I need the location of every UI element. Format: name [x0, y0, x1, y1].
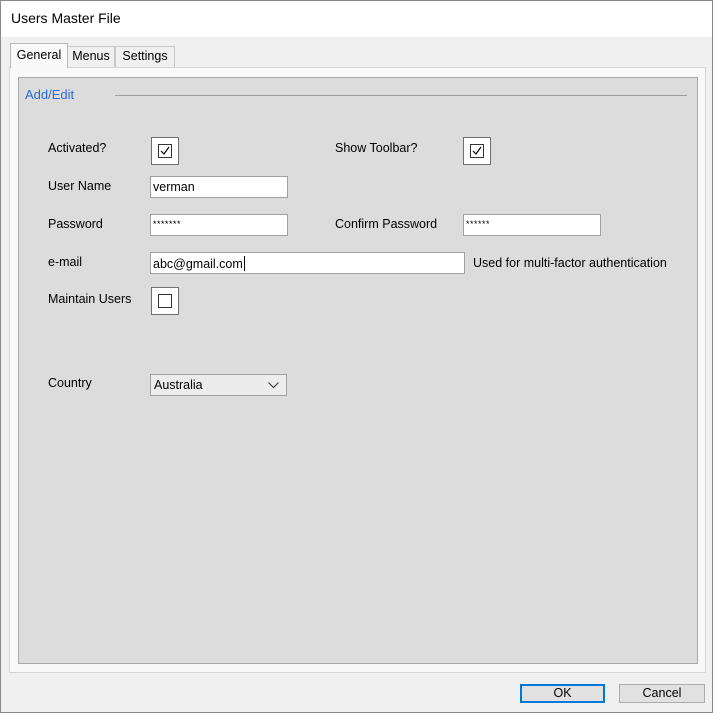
text-caret: [243, 256, 245, 271]
confirm-password-input[interactable]: ******: [463, 214, 601, 236]
show-toolbar-checkbox[interactable]: [463, 137, 491, 165]
country-value: Australia: [154, 378, 203, 392]
tab-panel-general: Add/Edit Activated? Show Toolbar? User N…: [9, 67, 706, 673]
checkmark-icon: [160, 146, 170, 155]
title-bar: Users Master File: [1, 1, 712, 37]
checkbox-box: [158, 294, 172, 308]
email-value: abc@gmail.com: [153, 257, 243, 271]
checkmark-box: [158, 144, 172, 158]
email-note: Used for multi-factor authentication: [473, 256, 667, 270]
maintain-users-label: Maintain Users: [48, 292, 132, 306]
password-label: Password: [48, 217, 103, 231]
maintain-users-checkbox[interactable]: [151, 287, 179, 315]
window-title: Users Master File: [11, 10, 121, 26]
users-master-file-dialog: Users Master File General Menus Settings…: [0, 0, 713, 713]
ok-button[interactable]: OK: [520, 684, 605, 703]
country-label: Country: [48, 376, 92, 390]
show-toolbar-label: Show Toolbar?: [335, 141, 418, 155]
chevron-down-icon: [268, 382, 279, 389]
confirm-password-label: Confirm Password: [335, 217, 438, 231]
activated-checkbox[interactable]: [151, 137, 179, 165]
email-label: e-mail: [48, 255, 83, 269]
checkmark-icon: [472, 146, 482, 155]
cancel-button[interactable]: Cancel: [619, 684, 705, 703]
tab-general[interactable]: General: [10, 43, 68, 68]
email-input[interactable]: abc@gmail.com: [150, 252, 465, 274]
group-divider: [115, 95, 687, 96]
country-select[interactable]: Australia: [150, 374, 287, 396]
tab-menus[interactable]: Menus: [67, 46, 115, 67]
checkmark-box: [470, 144, 484, 158]
user-name-label: User Name: [48, 179, 112, 193]
form-area: Add/Edit Activated? Show Toolbar? User N…: [18, 77, 698, 664]
group-title: Add/Edit: [25, 87, 75, 102]
password-input[interactable]: *******: [150, 214, 288, 236]
activated-label: Activated?: [48, 141, 107, 155]
tab-settings[interactable]: Settings: [115, 46, 175, 67]
user-name-input[interactable]: verman: [150, 176, 288, 198]
